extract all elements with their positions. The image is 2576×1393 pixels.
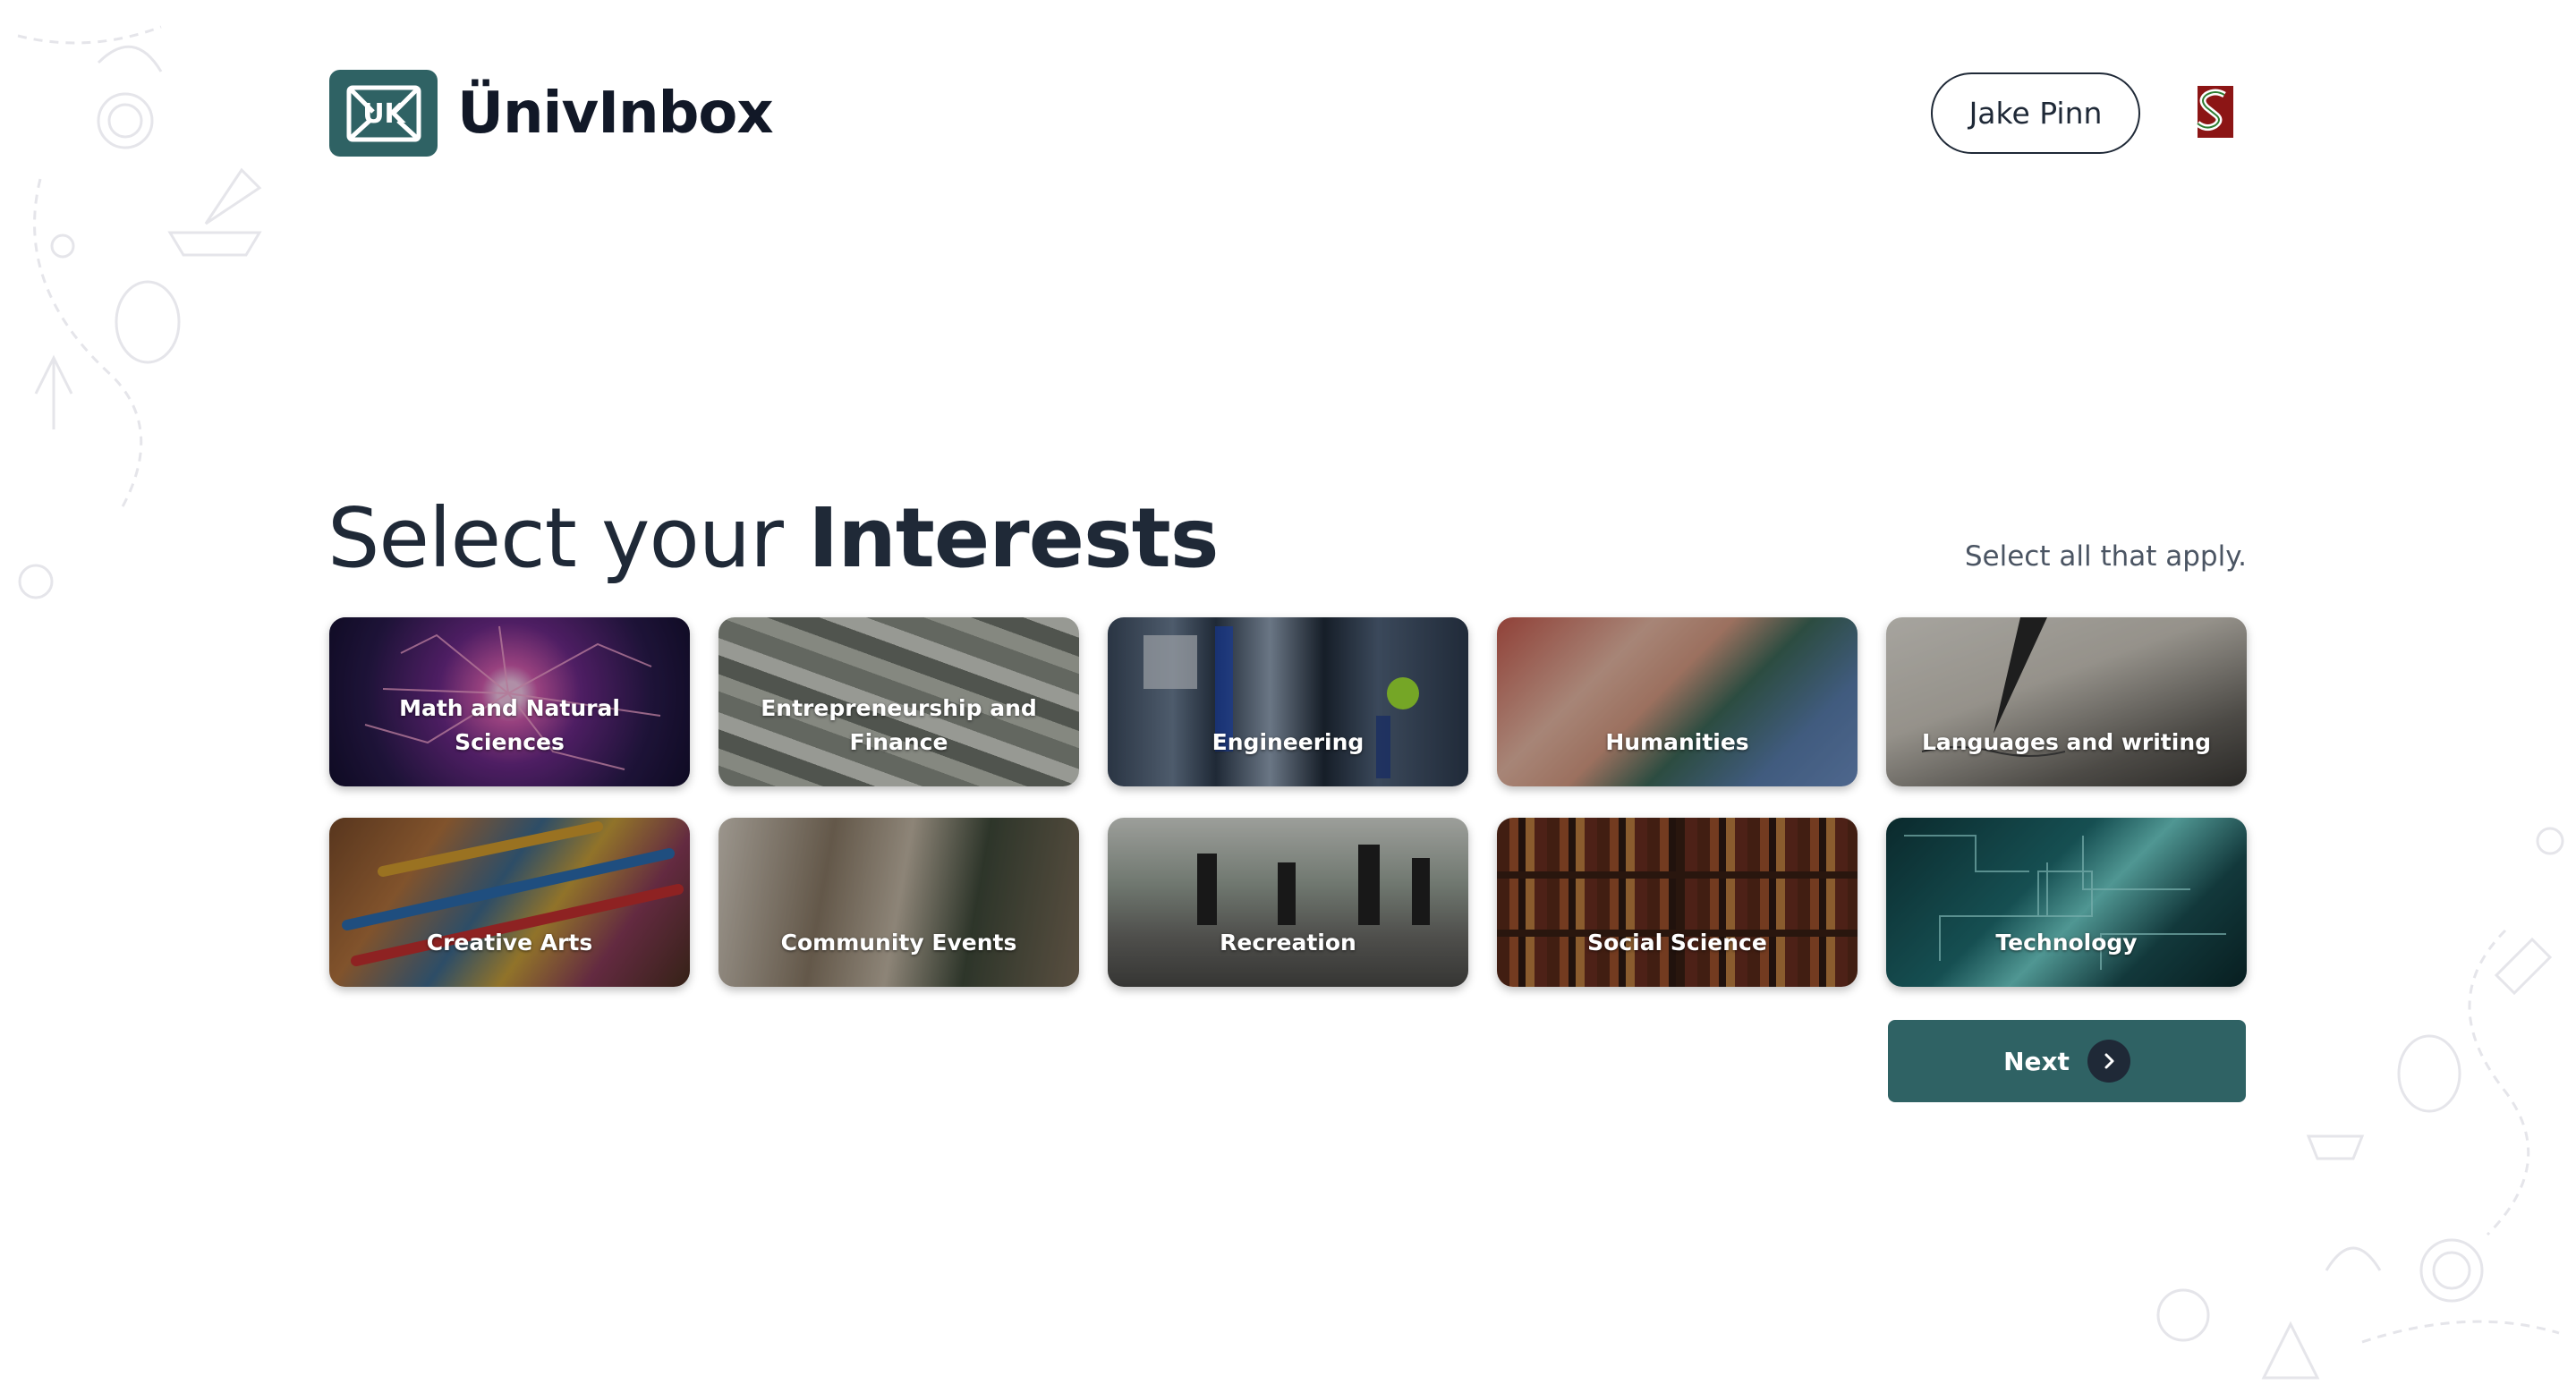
- next-button-label: Next: [2003, 1046, 2070, 1076]
- interest-label: Entrepreneurship and Finance: [761, 695, 1037, 755]
- top-header: UK ÜnivInbox Jake Pinn: [329, 70, 2237, 159]
- brand-logo[interactable]: UK ÜnivInbox: [329, 70, 774, 157]
- interest-card-technology[interactable]: Technology: [1886, 818, 2247, 987]
- interest-label: Recreation: [1220, 930, 1356, 956]
- next-button[interactable]: Next: [1888, 1020, 2246, 1102]
- user-profile-button[interactable]: Jake Pinn: [1931, 72, 2140, 154]
- interest-label: Engineering: [1211, 729, 1365, 755]
- envelope-uk-icon: UK: [329, 70, 438, 157]
- interest-card-languages-writing[interactable]: Languages and writing: [1886, 617, 2247, 786]
- interest-card-math-natural-sciences[interactable]: Math and Natural Sciences: [329, 617, 690, 786]
- chevron-right-icon: [2087, 1040, 2130, 1083]
- interest-card-creative-arts[interactable]: Creative Arts: [329, 818, 690, 987]
- interest-card-humanities[interactable]: Humanities: [1497, 617, 1858, 786]
- interest-label: Languages and writing: [1921, 729, 2212, 755]
- interest-label: Community Events: [780, 930, 1017, 956]
- interest-card-social-science[interactable]: Social Science: [1497, 818, 1858, 987]
- page-title: Select your Interests: [327, 490, 1220, 586]
- interest-label: Humanities: [1605, 729, 1749, 755]
- brand-name: ÜnivInbox: [457, 80, 774, 147]
- interests-grid: Math and Natural Sciences Entrepreneursh…: [329, 617, 2247, 987]
- stanford-s-logo-icon: [2195, 86, 2233, 138]
- interest-card-entrepreneurship-finance[interactable]: Entrepreneurship and Finance: [718, 617, 1079, 786]
- interest-card-recreation[interactable]: Recreation: [1108, 818, 1468, 987]
- interest-card-community-events[interactable]: Community Events: [718, 818, 1079, 987]
- selection-hint: Select all that apply.: [1964, 540, 2247, 573]
- svg-text:UK: UK: [362, 98, 406, 130]
- interest-label: Math and Natural Sciences: [399, 695, 620, 755]
- interest-label: Social Science: [1587, 930, 1767, 956]
- interest-label: Technology: [1995, 930, 2138, 956]
- interest-card-engineering[interactable]: Engineering: [1108, 617, 1468, 786]
- interest-label: Creative Arts: [426, 930, 593, 956]
